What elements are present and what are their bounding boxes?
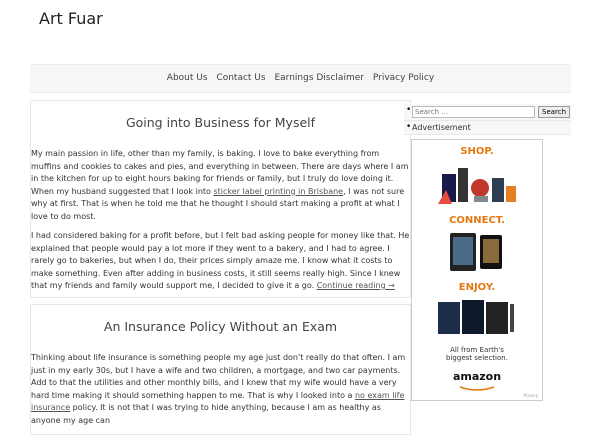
post-going-into-business: Going into Business for Myself My main p… bbox=[30, 100, 411, 298]
amazon-ad-banner[interactable]: SHOP. CONNECT. ENJOY. All from Earth's b… bbox=[411, 139, 543, 401]
nav-privacy-policy[interactable]: Privacy Policy bbox=[373, 73, 434, 83]
ad-tagline-1: All from Earth's bbox=[450, 346, 504, 354]
tablet-devices-icon bbox=[450, 233, 502, 271]
nav-contact-us[interactable]: Contact Us bbox=[216, 73, 265, 83]
paragraph-text: Thinking about life insurance is somethi… bbox=[31, 353, 406, 400]
shopping-products-icon bbox=[438, 168, 516, 204]
continue-reading-link[interactable]: Continue reading → bbox=[317, 281, 395, 290]
advertisement-widget: Advertisement bbox=[404, 121, 571, 135]
post-insurance-policy: An Insurance Policy Without an Exam Thin… bbox=[30, 304, 411, 435]
sticker-label-link[interactable]: sticker label printing in Brisbane bbox=[213, 187, 343, 196]
media-covers-icon bbox=[438, 300, 514, 334]
ad-connect-heading: CONNECT. bbox=[449, 215, 505, 226]
amazon-logo: amazon bbox=[452, 370, 502, 383]
search-button[interactable]: Search bbox=[538, 106, 571, 118]
main-navigation: About Us Contact Us Earnings Disclaimer … bbox=[30, 64, 571, 93]
nav-earnings-disclaimer[interactable]: Earnings Disclaimer bbox=[274, 73, 364, 83]
content-area: Going into Business for Myself My main p… bbox=[30, 100, 411, 435]
ad-privacy-link[interactable]: Privacy bbox=[524, 393, 538, 398]
post-paragraph: Thinking about life insurance is somethi… bbox=[31, 352, 410, 427]
amazon-smile-icon bbox=[459, 386, 495, 391]
nav-about-us[interactable]: About Us bbox=[167, 73, 208, 83]
ad-tagline-2: biggest selection. bbox=[446, 354, 508, 362]
ad-shop-heading: SHOP. bbox=[460, 146, 494, 157]
post-title[interactable]: An Insurance Policy Without an Exam bbox=[31, 319, 410, 334]
search-input[interactable] bbox=[412, 106, 535, 118]
sidebar: Search Advertisement bbox=[404, 104, 571, 135]
ad-enjoy-heading: ENJOY. bbox=[458, 282, 496, 293]
post-paragraph: I had considered baking for a profit bef… bbox=[31, 230, 410, 293]
search-widget: Search bbox=[404, 104, 571, 121]
post-paragraph: My main passion in life, other than my f… bbox=[31, 148, 410, 223]
site-title[interactable]: Art Fuar bbox=[39, 9, 103, 28]
paragraph-text: policy. It is not that I was trying to h… bbox=[31, 403, 381, 425]
post-title[interactable]: Going into Business for Myself bbox=[31, 115, 410, 130]
advertisement-label: Advertisement bbox=[412, 123, 471, 132]
